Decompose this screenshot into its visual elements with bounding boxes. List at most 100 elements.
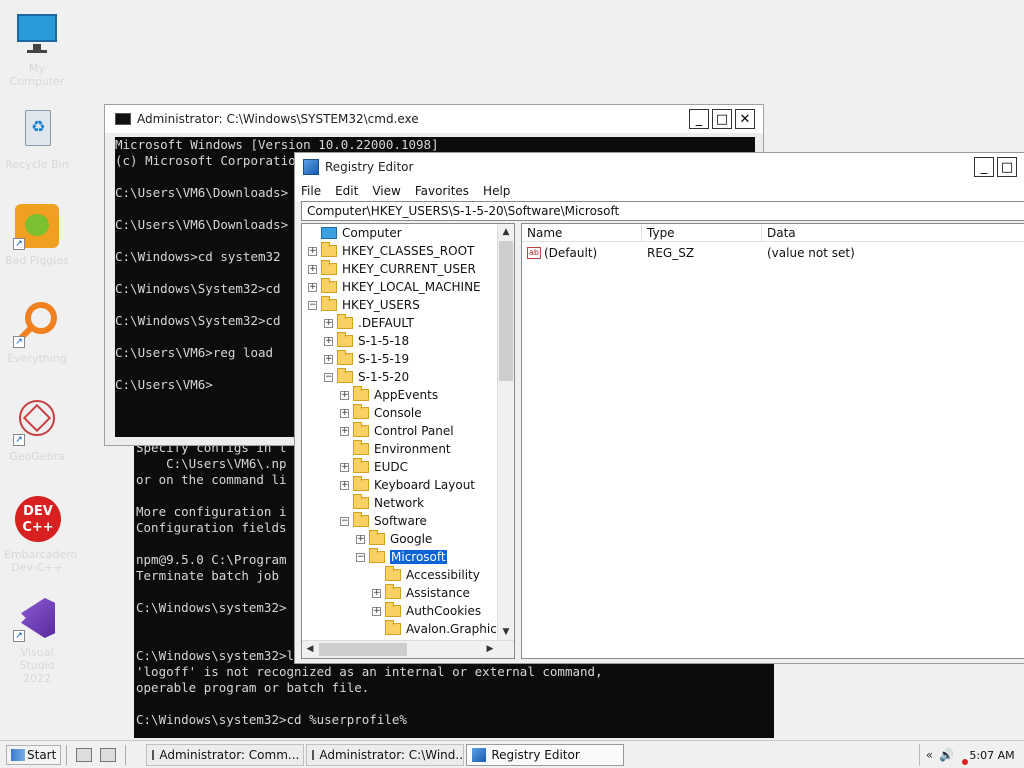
- tree-item-label: AppEvents: [374, 388, 439, 402]
- tree-item[interactable]: + S-1-5-19: [324, 350, 409, 368]
- scroll-right-icon[interactable]: ▶: [482, 641, 498, 657]
- tree-item[interactable]: − Software: [340, 512, 427, 530]
- volume-icon[interactable]: 🔊: [939, 748, 954, 762]
- tree-item[interactable]: + HKEY_LOCAL_MACHINE: [308, 278, 481, 296]
- tree-horizontal-scrollbar[interactable]: ◀ ▶: [302, 640, 514, 658]
- regedit-titlebar[interactable]: Registry Editor _ □: [295, 153, 1024, 181]
- clock[interactable]: 5:07 AM: [960, 749, 1024, 765]
- collapse-icon[interactable]: −: [356, 552, 365, 562]
- expand-icon[interactable]: +: [372, 606, 381, 616]
- expand-icon[interactable]: +: [308, 246, 317, 256]
- tree-item[interactable]: + Google: [356, 530, 432, 548]
- task-label: Administrator: C:\Wind...: [319, 747, 465, 762]
- cmd-icon: [152, 749, 155, 760]
- expand-icon[interactable]: +: [308, 282, 317, 292]
- taskbar-item-registry-editor[interactable]: Registry Editor: [466, 743, 625, 766]
- column-header-name[interactable]: Name: [522, 224, 642, 242]
- tree-item[interactable]: + Control Panel: [340, 422, 454, 440]
- desktop-icon-recycle-bin[interactable]: ♻ Recycle Bin: [4, 106, 70, 171]
- collapse-icon[interactable]: −: [340, 516, 349, 526]
- tree-item[interactable]: − Microsoft: [356, 548, 448, 566]
- menu-favorites[interactable]: Favorites: [415, 184, 469, 198]
- quick-launch-icon[interactable]: [100, 747, 117, 762]
- tree-item[interactable]: Network: [340, 494, 424, 512]
- scroll-down-icon[interactable]: ▼: [498, 624, 514, 640]
- tree-item-label: Network: [374, 496, 425, 510]
- taskbar-item-cmd-2[interactable]: Administrator: C:\Wind...: [306, 743, 465, 766]
- tree-item-label: S-1-5-18: [358, 334, 410, 348]
- expand-icon[interactable]: +: [308, 264, 317, 274]
- column-header-data[interactable]: Data: [762, 224, 1024, 242]
- no-expander: [372, 624, 381, 634]
- tree-item[interactable]: + S-1-5-18: [324, 332, 409, 350]
- expand-icon[interactable]: +: [340, 426, 349, 436]
- tree-vertical-scrollbar[interactable]: ▲ ▼: [497, 224, 514, 640]
- desktop-icon-bad-piggies[interactable]: ↗ Bad Piggies: [4, 202, 70, 267]
- collapse-icon[interactable]: −: [324, 372, 333, 382]
- tree-item[interactable]: Avalon.Graphics: [372, 620, 503, 638]
- minimize-button[interactable]: _: [974, 157, 994, 177]
- maximize-button[interactable]: □: [997, 157, 1017, 177]
- menu-edit[interactable]: Edit: [335, 184, 358, 198]
- tree-item-label: Accessibility: [406, 568, 480, 582]
- folder-icon: [385, 602, 401, 617]
- desktop-icon-geogebra[interactable]: ↗ GeoGebra: [4, 398, 70, 463]
- scroll-left-icon[interactable]: ◀: [302, 641, 318, 657]
- scrollbar-thumb[interactable]: [319, 643, 407, 656]
- tree-item[interactable]: − HKEY_USERS: [308, 296, 420, 314]
- tree-item[interactable]: + .DEFAULT: [324, 314, 414, 332]
- start-button[interactable]: Start: [6, 744, 62, 765]
- expand-icon[interactable]: +: [372, 588, 381, 598]
- tree-item-label: Console: [374, 406, 422, 420]
- taskbar-item-cmd-1[interactable]: Administrator: Comm...: [146, 743, 305, 766]
- show-desktop-icon[interactable]: [76, 747, 93, 762]
- expand-icon[interactable]: +: [356, 534, 365, 544]
- folder-icon: [321, 242, 337, 257]
- tree-item[interactable]: Computer: [308, 224, 402, 242]
- desktop-icon-visual-studio[interactable]: ↗ Visual Studio 2022: [4, 594, 70, 685]
- tree-item-label: Computer: [342, 226, 402, 240]
- scroll-up-icon[interactable]: ▲: [498, 224, 514, 240]
- desktop-icon-my-computer[interactable]: My Computer: [4, 10, 70, 88]
- collapse-icon[interactable]: −: [308, 300, 317, 310]
- tree-item[interactable]: + AppEvents: [340, 386, 438, 404]
- close-button[interactable]: ✕: [735, 109, 755, 129]
- expand-icon[interactable]: +: [340, 390, 349, 400]
- bad-piggies-icon: ↗: [13, 202, 61, 250]
- tree-item[interactable]: + Keyboard Layout: [340, 476, 475, 494]
- registry-editor-window[interactable]: Registry Editor _ □ File Edit View Favor…: [294, 152, 1024, 664]
- column-header-type[interactable]: Type: [642, 224, 762, 242]
- tray-chevron-icon[interactable]: «: [926, 748, 933, 762]
- expand-icon[interactable]: +: [324, 318, 333, 328]
- tree-item[interactable]: + EUDC: [340, 458, 408, 476]
- expand-icon[interactable]: +: [324, 354, 333, 364]
- expand-icon[interactable]: +: [340, 462, 349, 472]
- address-bar[interactable]: Computer\HKEY_USERS\S-1-5-20\Software\Mi…: [301, 201, 1024, 221]
- expand-icon[interactable]: +: [324, 336, 333, 346]
- minimize-button[interactable]: _: [689, 109, 709, 129]
- menu-help[interactable]: Help: [483, 184, 510, 198]
- desktop-icon-dev-cpp[interactable]: DEV C++ Embarcadero Dev-C++: [4, 496, 77, 574]
- shortcut-arrow-icon: ↗: [13, 630, 25, 642]
- cmd-icon: [115, 113, 131, 125]
- scrollbar-thumb[interactable]: [499, 241, 513, 381]
- values-list[interactable]: Name Type Data ab (Default) REG_SZ (valu…: [521, 223, 1024, 659]
- registry-tree[interactable]: Computer + HKEY_CLASSES_ROOT + HKEY_CURRENT_…: [301, 223, 515, 659]
- menu-file[interactable]: File: [301, 184, 321, 198]
- tree-item[interactable]: + Assistance: [372, 584, 470, 602]
- tree-item[interactable]: + AuthCookies: [372, 602, 481, 620]
- desktop-icon-everything[interactable]: ↗ Everything: [4, 300, 70, 365]
- expand-icon[interactable]: +: [340, 480, 349, 490]
- tree-item[interactable]: + HKEY_CURRENT_USER: [308, 260, 476, 278]
- maximize-button[interactable]: □: [712, 109, 732, 129]
- tree-item[interactable]: + Console: [340, 404, 422, 422]
- tree-item[interactable]: Accessibility: [372, 566, 480, 584]
- tree-item[interactable]: + HKEY_CLASSES_ROOT: [308, 242, 474, 260]
- expand-icon[interactable]: +: [340, 408, 349, 418]
- desktop-icon-label: Bad Piggies: [5, 254, 69, 267]
- tree-item[interactable]: − S-1-5-20: [324, 368, 409, 386]
- folder-icon: [369, 530, 385, 545]
- cmd-titlebar[interactable]: Administrator: C:\Windows\SYSTEM32\cmd.e…: [105, 105, 763, 133]
- tree-item[interactable]: Environment: [340, 440, 451, 458]
- menu-view[interactable]: View: [372, 184, 400, 198]
